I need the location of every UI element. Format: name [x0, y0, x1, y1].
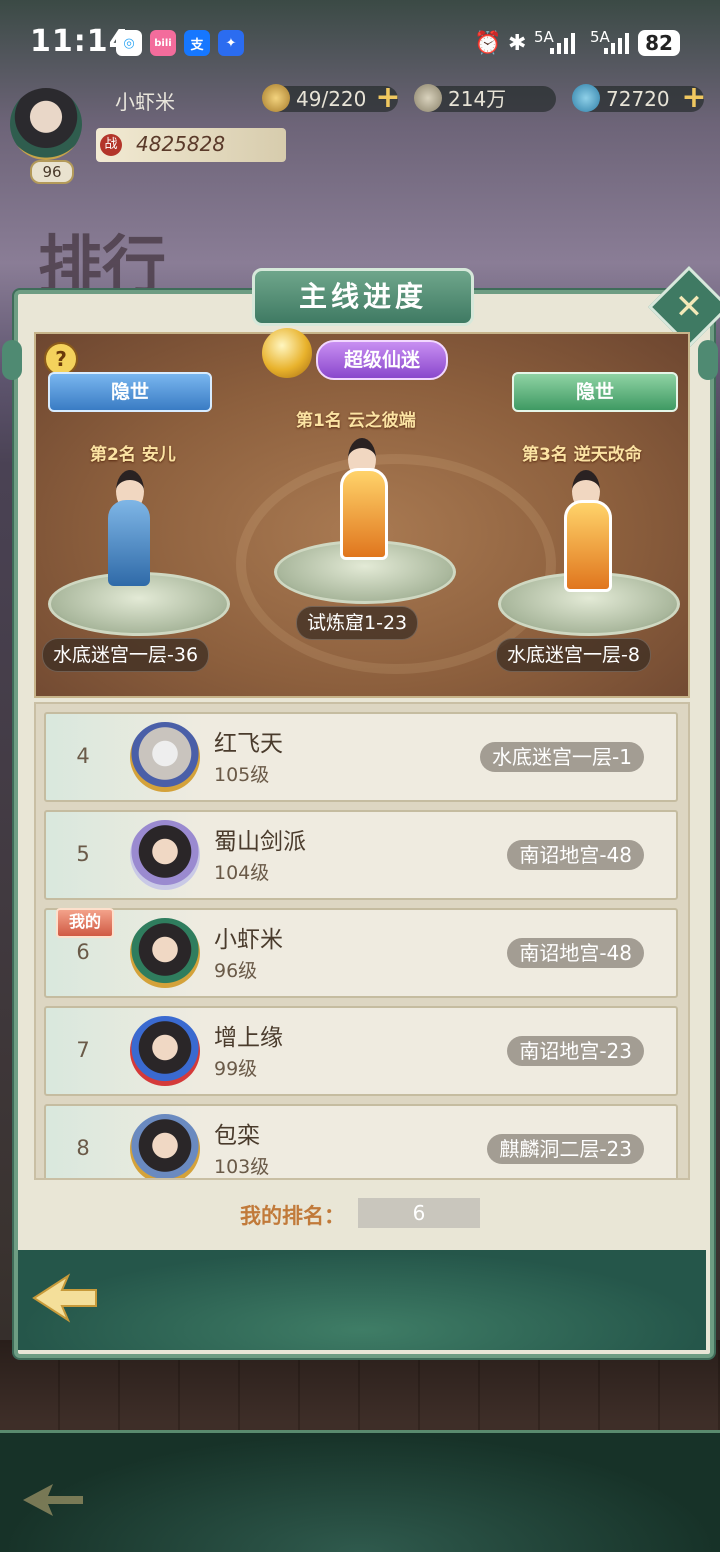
power-icon: 战: [100, 134, 122, 156]
add-jade-button[interactable]: +: [680, 83, 708, 113]
ranking-row-mine[interactable]: 我的 6 小虾米 96级 南诏地宫-48: [44, 908, 678, 998]
third-place-character[interactable]: [550, 470, 620, 600]
player-level: 96: [30, 160, 74, 184]
close-icon: ✕: [674, 287, 704, 327]
bluetooth-icon: ✱: [508, 30, 527, 56]
row-level: 103级: [214, 1156, 270, 1178]
alarm-icon: ⏰: [474, 30, 502, 56]
row-rank: 5: [76, 842, 90, 866]
ranking-row[interactable]: 7 增上缘 99级 南诏地宫-23: [44, 1006, 678, 1096]
stamina-value: 49/220: [296, 87, 367, 111]
panel-title: 主线进度: [252, 268, 474, 326]
bilibili-icon: bili: [150, 30, 176, 56]
row-name: 增上缘: [214, 1025, 283, 1051]
status-bar: 11:14 ◎ bili 支 ✦ ⏰ ✱ 5A 5A 82: [0, 0, 720, 86]
row-level: 99级: [214, 1058, 258, 1080]
row-progress: 水底迷宫一层-1: [480, 742, 644, 772]
second-place-character[interactable]: [94, 470, 164, 600]
row-progress: 南诏地宫-48: [507, 840, 644, 870]
mine-tag: 我的: [56, 908, 114, 938]
row-avatar[interactable]: [130, 1016, 200, 1086]
row-progress: 南诏地宫-48: [507, 938, 644, 968]
player-avatar[interactable]: [10, 88, 82, 160]
right-ornament: [698, 340, 718, 380]
second-place-location: 水底迷宫一层-36: [42, 638, 210, 672]
second-place-label: 第2名 安儿: [90, 445, 176, 465]
coins-value: 214万: [448, 87, 507, 111]
row-name: 小虾米: [214, 927, 283, 953]
bottom-back-arrow-icon[interactable]: [18, 1480, 88, 1520]
row-level: 104级: [214, 862, 270, 884]
battery-level: 82: [638, 30, 680, 56]
row-progress: 南诏地宫-23: [507, 1036, 644, 1066]
player-power: 战 4825828: [96, 128, 286, 162]
row-avatar[interactable]: [130, 722, 200, 792]
row-avatar[interactable]: [130, 1114, 200, 1178]
resource-stamina: 49/220 +: [262, 83, 401, 113]
signal-bars-2-icon: [604, 33, 629, 54]
row-level: 105级: [214, 764, 270, 786]
second-place-badge: 隐世: [48, 372, 212, 412]
my-rank-label: 我的排名：: [240, 1204, 345, 1228]
row-rank: 7: [76, 1038, 90, 1062]
row-progress: 麒麟洞二层-23: [487, 1134, 644, 1164]
first-place-location: 试炼窟1-23: [296, 606, 419, 640]
first-place-orb-icon: [262, 328, 312, 378]
coin-icon: [414, 84, 442, 112]
add-stamina-button[interactable]: +: [374, 83, 402, 113]
left-ornament: [2, 340, 22, 380]
row-level: 96级: [214, 960, 258, 982]
panel-footer: [18, 1250, 706, 1350]
ranking-row[interactable]: 8 包栾 103级 麒麟洞二层-23: [44, 1104, 678, 1178]
bottom-bar: [0, 1430, 720, 1552]
jade-value: 72720: [606, 87, 670, 111]
my-rank-value: 6: [358, 1198, 480, 1228]
row-avatar[interactable]: [130, 820, 200, 890]
row-name: 包栾: [214, 1123, 260, 1149]
resource-jade: 72720 +: [572, 83, 707, 113]
row-name: 红飞天: [214, 731, 283, 757]
row-rank: 6: [76, 940, 90, 964]
third-place-label: 第3名 逆天改命: [522, 445, 642, 465]
row-rank: 4: [76, 744, 90, 768]
resource-coins: 214万: [414, 84, 556, 112]
qq-message-icon: ◎: [116, 30, 142, 56]
first-place-character[interactable]: [326, 438, 396, 568]
player-name: 小虾米: [115, 90, 175, 114]
stamina-bun-icon: [262, 84, 290, 112]
back-arrow-icon[interactable]: [30, 1270, 100, 1326]
lightbulb-icon: ✦: [218, 30, 244, 56]
ranking-list[interactable]: 4 红飞天 105级 水底迷宫一层-1 5 蜀山剑派 104级 南诏地宫-48 …: [34, 702, 690, 1180]
third-place-badge: 隐世: [512, 372, 678, 412]
row-name: 蜀山剑派: [214, 829, 306, 855]
signal-bars-icon: [550, 33, 575, 54]
first-place-label: 第1名 云之彼端: [296, 411, 416, 431]
row-rank: 8: [76, 1136, 90, 1160]
ranking-row[interactable]: 5 蜀山剑派 104级 南诏地宫-48: [44, 810, 678, 900]
alipay-icon: 支: [184, 30, 210, 56]
first-place-badge: 超级仙迷: [316, 340, 448, 380]
jade-icon: [572, 84, 600, 112]
third-place-location: 水底迷宫一层-8: [496, 638, 651, 672]
ranking-row[interactable]: 4 红飞天 105级 水底迷宫一层-1: [44, 712, 678, 802]
row-avatar[interactable]: [130, 918, 200, 988]
power-value: 4825828: [136, 132, 226, 156]
help-button[interactable]: ?: [44, 342, 78, 376]
